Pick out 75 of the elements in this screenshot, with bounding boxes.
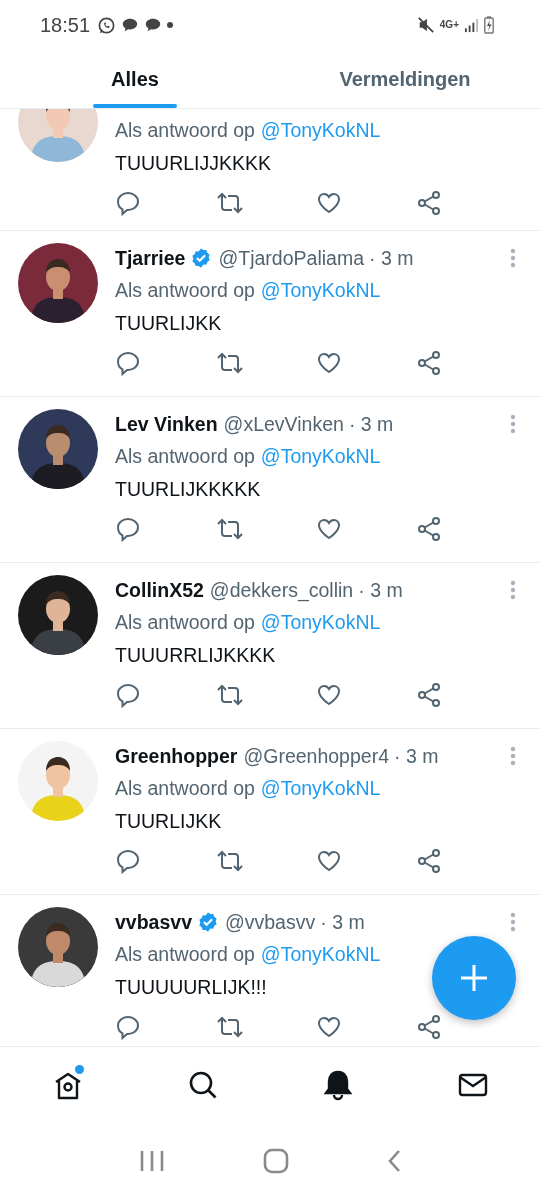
timestamp: · 3 m: [320, 910, 365, 934]
retweet-icon[interactable]: [215, 516, 246, 542]
status-time: 18:51: [40, 13, 91, 37]
chat-bubble-icon: [121, 16, 140, 34]
retweet-icon[interactable]: [215, 682, 246, 708]
mention-link[interactable]: @TonyKokNL: [260, 444, 381, 468]
timestamp: · 3 m: [348, 412, 394, 436]
share-icon[interactable]: [415, 682, 442, 708]
chat-bubble-icon: [144, 16, 163, 34]
reply-context: Als antwoord op: [115, 610, 255, 634]
mention-link[interactable]: @TonyKokNL: [260, 278, 381, 302]
share-icon[interactable]: [415, 1014, 442, 1040]
heart-icon[interactable]: [315, 1014, 342, 1040]
tweet-text: TUURLIJKK: [115, 809, 222, 834]
bell-icon: [321, 1068, 354, 1101]
retweet-icon[interactable]: [215, 848, 246, 874]
whatsapp-icon: [97, 15, 117, 35]
reply-icon[interactable]: [115, 1014, 141, 1040]
retweet-icon[interactable]: [215, 350, 246, 376]
timestamp: · 3 m: [369, 246, 414, 270]
tab[interactable]: Vermeldingen: [270, 50, 540, 108]
heart-icon[interactable]: [315, 516, 342, 542]
heart-icon[interactable]: [315, 350, 342, 376]
mention-link[interactable]: @TonyKokNL: [260, 776, 381, 800]
reply-icon[interactable]: [115, 848, 141, 874]
reply-context: Als antwoord op: [115, 278, 255, 302]
tweet-text: TUUURLIJJKKKK: [115, 151, 272, 176]
tweet-text: TUURLIJKKKKK: [115, 477, 261, 502]
user-name: vvbasvv: [115, 910, 192, 934]
user-handle: @TjardoPaliama: [218, 246, 364, 270]
recent-apps-icon[interactable]: [139, 1150, 165, 1172]
reply-icon[interactable]: [115, 190, 141, 216]
tab[interactable]: Alles: [0, 50, 270, 108]
reply-context: Als antwoord op: [115, 942, 255, 966]
compose-button[interactable]: [432, 936, 516, 1020]
share-icon[interactable]: [415, 350, 442, 376]
mute-icon: [416, 16, 435, 34]
user-name: Tjarriee: [115, 246, 186, 270]
dot-icon: [167, 22, 174, 28]
reply-context: Als antwoord op: [115, 776, 255, 800]
home-button-icon[interactable]: [263, 1148, 289, 1174]
user-handle: @xLevVinken: [223, 412, 344, 436]
reply-context: Als antwoord op: [115, 118, 255, 142]
share-icon[interactable]: [415, 516, 442, 542]
nav-tab[interactable]: [321, 1068, 354, 1101]
mention-link[interactable]: @TonyKokNL: [260, 610, 381, 634]
share-icon[interactable]: [415, 190, 442, 216]
reply-icon[interactable]: [115, 516, 141, 542]
timestamp: · 3 m: [358, 578, 403, 602]
timestamp: · 3 m: [394, 744, 439, 768]
user-handle: @vvbasvv: [225, 910, 316, 934]
heart-icon[interactable]: [315, 682, 342, 708]
battery-charging-icon: [484, 16, 494, 34]
reply-context: Als antwoord op: [115, 444, 255, 468]
retweet-icon[interactable]: [215, 190, 246, 216]
user-handle: @dekkers_collin: [209, 578, 354, 602]
plus-icon: [459, 963, 489, 993]
user-name: CollinX52: [115, 578, 204, 602]
network-type: 4G+: [439, 20, 459, 30]
tweet-text: TUUUUURLIJK!!!: [115, 975, 267, 1000]
retweet-icon[interactable]: [215, 1014, 246, 1040]
user-name: Greenhopper: [115, 744, 238, 768]
heart-icon[interactable]: [315, 190, 342, 216]
mention-link[interactable]: @TonyKokNL: [260, 118, 381, 142]
mention-link[interactable]: @TonyKokNL: [260, 942, 381, 966]
share-icon[interactable]: [415, 848, 442, 874]
heart-icon[interactable]: [315, 848, 342, 874]
reply-icon[interactable]: [115, 682, 141, 708]
tweet-text: TUURLIJKK: [115, 311, 222, 336]
tweet-text: TUUURRLIJKKKK: [115, 643, 276, 668]
user-name: Lev Vinken: [115, 412, 218, 436]
back-icon[interactable]: [387, 1149, 401, 1173]
signal-icon: [464, 17, 479, 33]
user-handle: @Greenhopper4: [243, 744, 389, 768]
reply-icon[interactable]: [115, 350, 141, 376]
